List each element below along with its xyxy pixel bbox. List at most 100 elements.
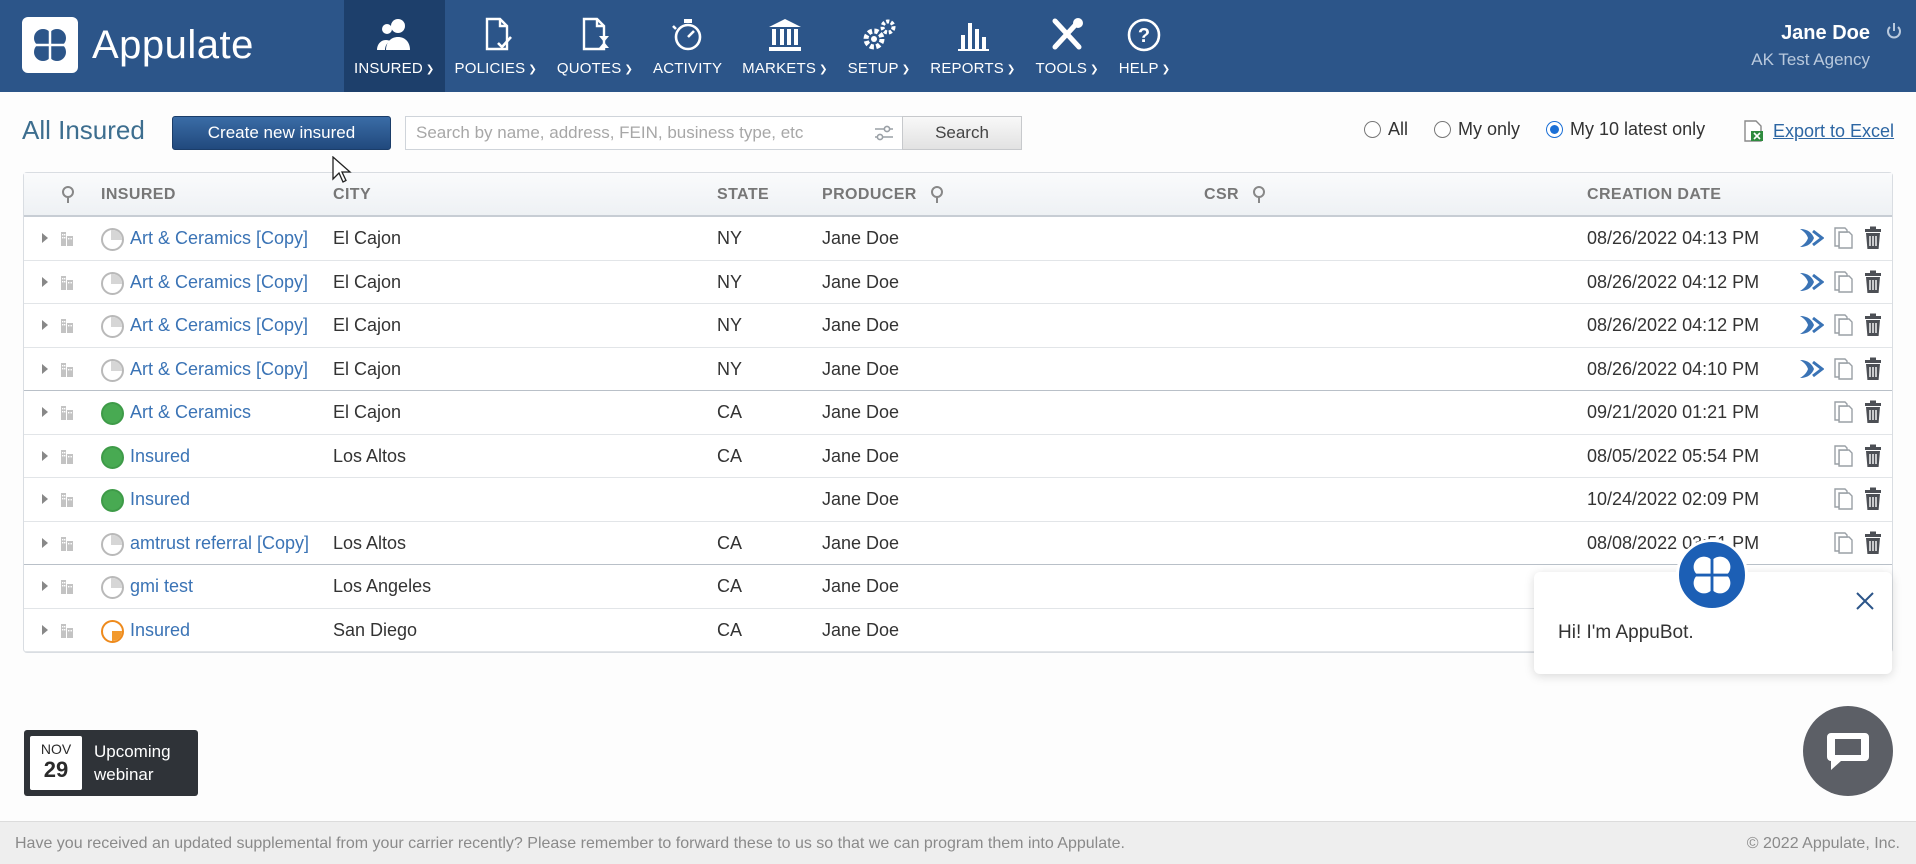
chat-launcher-button[interactable]	[1803, 706, 1893, 796]
nav-reports[interactable]: REPORTS ❯	[920, 0, 1025, 92]
insured-name-link[interactable]: Insured	[130, 489, 190, 510]
pin-icon[interactable]	[1251, 186, 1267, 204]
nav-policies[interactable]: POLICIES ❯	[445, 0, 547, 92]
nav-tools[interactable]: TOOLS ❯	[1026, 0, 1109, 92]
search-input[interactable]	[406, 123, 846, 143]
expand-caret-icon[interactable]	[42, 494, 48, 504]
cell-producer: Jane Doe	[822, 402, 900, 422]
copy-icon[interactable]	[1832, 270, 1854, 294]
close-icon[interactable]	[1854, 590, 1876, 617]
pin-icon[interactable]	[929, 186, 945, 204]
create-new-insured-button[interactable]: Create new insured	[172, 116, 391, 150]
app-logo[interactable]: Appulate	[22, 17, 254, 73]
expand-caret-icon[interactable]	[42, 537, 48, 548]
user-menu[interactable]: Jane Doe AK Test Agency	[1751, 22, 1870, 70]
forward-arrow-icon[interactable]	[1798, 271, 1824, 293]
insured-name-link[interactable]: gmi test	[130, 576, 193, 597]
trash-icon[interactable]	[1862, 400, 1884, 424]
users-icon	[377, 19, 411, 50]
expand-caret-icon[interactable]	[42, 450, 48, 461]
header-producer[interactable]: PRODUCER	[822, 186, 945, 204]
help-circle-icon: ?	[1128, 18, 1161, 52]
cell-producer: Jane Doe	[822, 271, 900, 292]
footer-message: Have you received an updated supplementa…	[15, 835, 1125, 852]
search-button[interactable]: Search	[902, 116, 1022, 150]
trash-icon[interactable]	[1862, 357, 1884, 381]
table-row[interactable]: Art & Ceramics El Cajon CA Jane Doe 09/21/20…	[24, 391, 1892, 435]
trash-icon[interactable]	[1862, 444, 1884, 468]
radio-dot-checked[interactable]	[1546, 121, 1564, 138]
logout-power-icon[interactable]	[1886, 22, 1902, 45]
trash-icon[interactable]	[1862, 226, 1884, 250]
radio-my-10-latest[interactable]: My 10 latest only	[1546, 119, 1705, 140]
forward-arrow-icon[interactable]	[1798, 358, 1824, 380]
chevron-down-icon: ❯	[1006, 64, 1016, 75]
header-insured[interactable]: INSURED	[101, 186, 176, 204]
insured-name-link[interactable]: Art & Ceramics	[130, 402, 251, 423]
insured-name-link[interactable]: Art & Ceramics [Copy]	[130, 228, 308, 249]
nav-activity[interactable]: ACTIVITY	[643, 0, 732, 92]
copy-icon[interactable]	[1832, 357, 1854, 381]
expand-caret-icon[interactable]	[42, 276, 48, 287]
table-row[interactable]: amtrust referral [Copy] Los Altos CA Jane D…	[24, 522, 1892, 565]
table-row[interactable]: Insured Jane Doe 10/24/2022 02:09 PM	[24, 478, 1892, 522]
insured-name-link[interactable]: Art & Ceramics [Copy]	[130, 315, 308, 336]
copy-icon[interactable]	[1832, 487, 1854, 511]
bank-icon	[768, 19, 801, 51]
radio-my-only[interactable]: My only	[1434, 119, 1520, 140]
table-row[interactable]: Art & Ceramics [Copy] El Cajon NY Jane Doe 0…	[24, 217, 1892, 261]
forward-arrow-icon[interactable]	[1798, 227, 1824, 249]
expand-caret-icon[interactable]	[42, 407, 48, 417]
upcoming-webinar-badge[interactable]: NOV 29 Upcoming webinar	[24, 730, 198, 796]
insured-name-link[interactable]: Art & Ceramics [Copy]	[130, 359, 308, 380]
expand-caret-icon[interactable]	[42, 624, 48, 635]
radio-dot[interactable]	[1434, 121, 1452, 138]
chevron-down-icon: ❯	[425, 64, 435, 75]
table-row[interactable]: Art & Ceramics [Copy] El Cajon NY Jane Doe 0…	[24, 348, 1892, 391]
nav-insured[interactable]: INSURED ❯	[344, 0, 445, 92]
header-city[interactable]: CITY	[333, 186, 371, 204]
header-creation-date[interactable]: CREATION DATE	[1587, 186, 1721, 204]
status-green-icon	[101, 445, 124, 469]
building-icon	[61, 362, 73, 377]
cell-creation-date: 08/26/2022 04:13 PM	[1587, 228, 1760, 248]
trash-icon[interactable]	[1862, 487, 1884, 511]
trash-icon[interactable]	[1862, 531, 1884, 555]
export-to-excel-link[interactable]: Export to Excel	[1741, 119, 1894, 143]
trash-icon[interactable]	[1862, 270, 1884, 294]
copy-icon[interactable]	[1832, 531, 1854, 555]
pin-column-icon[interactable]	[60, 186, 76, 204]
building-type	[58, 229, 76, 252]
copy-icon[interactable]	[1832, 444, 1854, 468]
insured-name-link[interactable]: Insured	[130, 446, 190, 467]
expand-caret-icon[interactable]	[42, 233, 48, 243]
table-row[interactable]: Insured Los Altos CA Jane Doe 08/05/2022 05:…	[24, 435, 1892, 478]
copy-icon[interactable]	[1832, 313, 1854, 337]
insured-name-link[interactable]: Insured	[130, 620, 190, 641]
building-type	[58, 403, 76, 426]
radio-dot[interactable]	[1364, 121, 1381, 138]
header-state[interactable]: STATE	[717, 186, 769, 204]
table-row[interactable]: Art & Ceramics [Copy] El Cajon NY Jane Doe 0…	[24, 304, 1892, 348]
status-gray-icon	[101, 271, 124, 295]
expand-caret-icon[interactable]	[42, 581, 48, 591]
filter-sliders-icon[interactable]	[874, 124, 894, 147]
nav-help[interactable]: ? HELP ❯	[1109, 0, 1181, 92]
app-name: Appulate	[92, 22, 254, 67]
trash-icon[interactable]	[1862, 313, 1884, 337]
header-csr[interactable]: CSR	[1204, 186, 1267, 204]
table-row[interactable]: Art & Ceramics [Copy] El Cajon NY Jane Doe 0…	[24, 261, 1892, 304]
forward-arrow-icon[interactable]	[1798, 314, 1824, 336]
nav-setup[interactable]: SETUP ❯	[838, 0, 921, 92]
expand-caret-icon[interactable]	[42, 363, 48, 374]
nav-quotes[interactable]: QUOTES ❯	[547, 0, 643, 92]
copy-icon[interactable]	[1832, 226, 1854, 250]
insured-name-link[interactable]: amtrust referral [Copy]	[130, 533, 309, 554]
insured-name-link[interactable]: Art & Ceramics [Copy]	[130, 272, 308, 293]
copy-icon[interactable]	[1832, 400, 1854, 424]
radio-all[interactable]: All	[1364, 119, 1408, 140]
user-agency: AK Test Agency	[1751, 50, 1870, 69]
nav-markets[interactable]: MARKETS ❯	[732, 0, 838, 92]
expand-caret-icon[interactable]	[42, 320, 48, 330]
building-icon	[61, 493, 73, 507]
